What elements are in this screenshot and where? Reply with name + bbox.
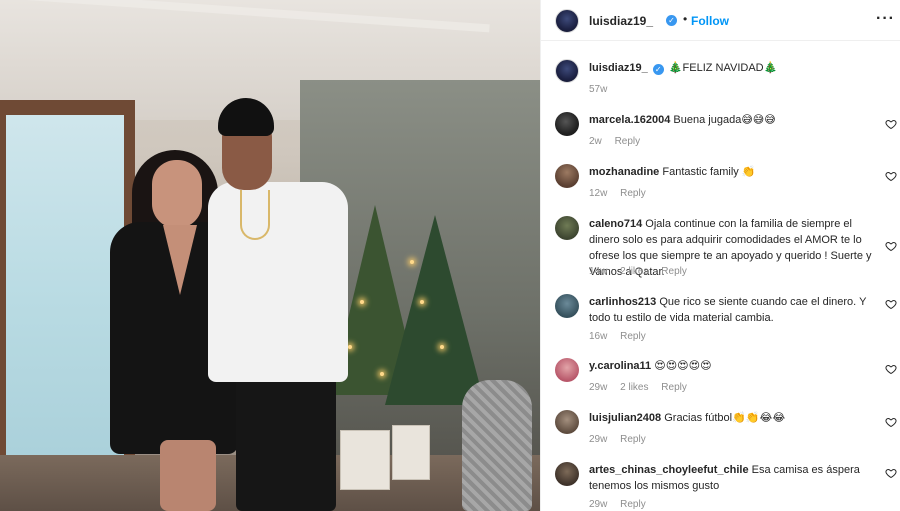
gift-bag <box>392 425 430 480</box>
follow-button[interactable]: Follow <box>691 14 729 28</box>
tree-light <box>440 345 444 349</box>
owner-username[interactable]: luisdiaz19_ <box>589 14 653 28</box>
caption-text: 🎄FELIZ NAVIDAD🎄 <box>668 62 778 74</box>
avatar[interactable] <box>555 358 579 382</box>
like-heart-icon[interactable] <box>885 298 897 310</box>
like-heart-icon[interactable] <box>885 240 897 252</box>
reply-button[interactable]: Reply <box>620 188 646 199</box>
avatar[interactable] <box>555 462 579 486</box>
likes-count[interactable]: 2 likes <box>620 266 648 277</box>
comment-username[interactable]: artes_chinas_choyleefut_chile <box>589 464 749 476</box>
man-pants <box>236 370 336 511</box>
comment-time[interactable]: 14w <box>589 266 607 277</box>
woman-face <box>152 160 202 228</box>
comment-meta: 16w Reply <box>589 331 656 342</box>
man-shirt <box>208 182 348 382</box>
likes-count[interactable]: 2 likes <box>620 382 648 393</box>
comment-meta: 14w 2 likes Reply <box>589 266 697 277</box>
comment-username[interactable]: y.carolina11 <box>589 360 651 372</box>
comment-text: Fantastic family 👏 <box>662 166 756 178</box>
man-chain <box>240 190 270 240</box>
comment-text: Gracias fútbol👏👏😂😂 <box>664 412 786 424</box>
reply-button[interactable]: Reply <box>620 331 646 342</box>
woman-neckline <box>163 225 197 295</box>
verified-icon: ✓ <box>652 64 664 75</box>
post-details-panel: luisdiaz19_ ✓ • Follow ··· luisdiaz19_ ✓… <box>540 0 900 511</box>
comment-text: 😍😍😍😍😍 <box>654 360 712 372</box>
reply-button[interactable]: Reply <box>620 434 646 445</box>
tree-light <box>410 260 414 264</box>
comment-meta: 2w Reply <box>589 136 650 147</box>
woman-legs <box>160 440 216 511</box>
comment-username[interactable]: caleno714 <box>589 218 642 230</box>
avatar[interactable] <box>555 294 579 318</box>
comment-time[interactable]: 29w <box>589 434 607 445</box>
comment-time[interactable]: 29w <box>589 499 607 510</box>
caption-username[interactable]: luisdiaz19_ <box>589 62 648 74</box>
reply-button[interactable]: Reply <box>661 266 687 277</box>
post-header: luisdiaz19_ ✓ • Follow ··· <box>541 0 900 41</box>
avatar[interactable] <box>555 164 579 188</box>
comment-username[interactable]: carlinhos213 <box>589 296 656 308</box>
avatar[interactable] <box>555 410 579 434</box>
more-options-icon[interactable]: ··· <box>876 10 895 28</box>
photo-window-glass <box>6 115 124 485</box>
like-heart-icon[interactable] <box>885 170 897 182</box>
caption-time[interactable]: 57w <box>589 84 607 95</box>
comment-time[interactable]: 2w <box>589 136 602 147</box>
photo-chair <box>462 380 532 511</box>
comment-meta: 29w Reply <box>589 499 656 510</box>
comment-username[interactable]: marcela.162004 <box>589 114 670 126</box>
separator-dot: • <box>683 12 688 26</box>
like-heart-icon[interactable] <box>885 416 897 428</box>
caption-meta: 57w <box>589 84 617 95</box>
tree-light <box>360 300 364 304</box>
comment-time[interactable]: 29w <box>589 382 607 393</box>
comment-text: Buena jugada😅😅😅 <box>673 114 776 126</box>
tree-light <box>420 300 424 304</box>
comment-meta: 29w Reply <box>589 434 656 445</box>
tree-light <box>380 372 384 376</box>
tree-light <box>348 345 352 349</box>
avatar[interactable] <box>555 59 579 83</box>
comment-username[interactable]: mozhanadine <box>589 166 659 178</box>
comment-meta: 12w Reply <box>589 188 656 199</box>
avatar[interactable] <box>555 9 579 33</box>
like-heart-icon[interactable] <box>885 118 897 130</box>
like-heart-icon[interactable] <box>885 363 897 375</box>
reply-button[interactable]: Reply <box>620 499 646 510</box>
avatar[interactable] <box>555 216 579 240</box>
christmas-tree <box>385 215 485 405</box>
avatar[interactable] <box>555 112 579 136</box>
reply-button[interactable]: Reply <box>661 382 687 393</box>
like-heart-icon[interactable] <box>885 467 897 479</box>
comment-time[interactable]: 12w <box>589 188 607 199</box>
comment-meta: 29w 2 likes Reply <box>589 382 697 393</box>
post-photo[interactable] <box>0 0 540 511</box>
verified-icon: ✓ <box>666 15 677 26</box>
gift-bag <box>340 430 390 490</box>
comment-time[interactable]: 16w <box>589 331 607 342</box>
comment-username[interactable]: luisjulian2408 <box>589 412 661 424</box>
reply-button[interactable]: Reply <box>615 136 641 147</box>
